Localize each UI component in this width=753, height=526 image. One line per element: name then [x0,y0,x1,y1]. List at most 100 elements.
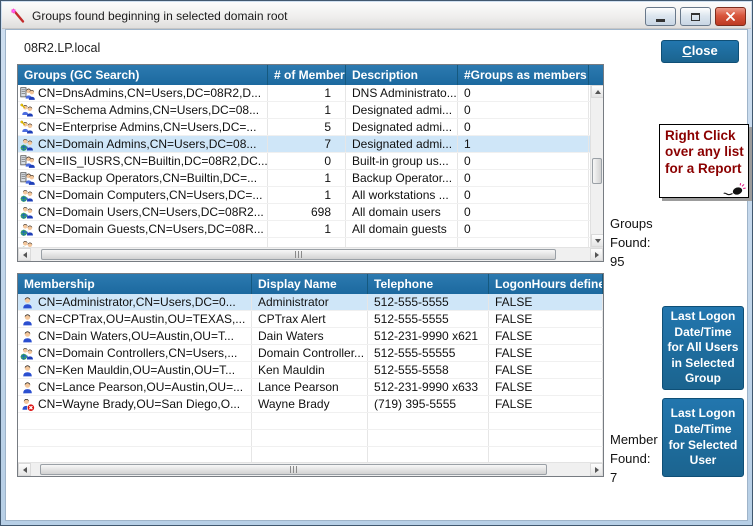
groups-cell-groups_as_members[interactable]: 0 [458,119,589,135]
groups-cell-name[interactable]: CN=Schema Admins,CN=Users,DC=08... [18,102,268,118]
groups-cell-members[interactable]: 1 [268,187,346,203]
groups-row[interactable]: CN=IIS_IUSRS,CN=Builtin,DC=08R2,DC...0Bu… [18,153,590,170]
members-cell-name[interactable]: CN=Ken Mauldin,OU=Austin,OU=T... [18,362,252,378]
members-cell-display_name[interactable]: Wayne Brady [252,396,368,412]
members-cell-telephone[interactable]: 512-555-55555 [368,345,489,361]
scroll-right-button[interactable] [590,248,603,261]
groups-row[interactable]: CN=Enterprise Admins,CN=Users,DC=...5Des… [18,119,590,136]
close-button[interactable]: Close [661,40,739,63]
groups-cell-name[interactable]: CN=Domain Computers,CN=Users,DC=... [18,187,268,203]
groups-cell-name[interactable]: CN=Enterprise Admins,CN=Users,DC=... [18,119,268,135]
members-cell-logon_hours[interactable]: FALSE [489,345,603,361]
groups-cell-members[interactable]: 1 [268,221,346,237]
groups-cell-members[interactable] [268,238,346,247]
groups-cell-members[interactable]: 698 [268,204,346,220]
members-horizontal-scrollbar[interactable] [18,462,603,476]
last-logon-group-button[interactable]: Last Logon Date/Time for All Users in Se… [662,306,744,390]
groups-cell-name[interactable]: CN=DnsAdmins,CN=Users,DC=08R2,D... [18,85,268,101]
last-logon-user-button[interactable]: Last Logon Date/Time for Selected User [662,398,744,477]
horizontal-scroll-thumb[interactable] [40,464,547,475]
groups-cell-groups_as_members[interactable]: 0 [458,187,589,203]
groups-row[interactable]: CN=Schema Admins,CN=Users,DC=08...1Desig… [18,102,590,119]
members-row[interactable]: CN=CPTrax,OU=Austin,OU=TEXAS,...CPTrax A… [18,311,603,328]
members-cell-logon_hours[interactable]: FALSE [489,396,603,412]
scroll-up-button[interactable] [591,85,604,98]
groups-row[interactable]: CN=Domain Computers,CN=Users,DC=...1All … [18,187,590,204]
members-column-header[interactable]: Membership [18,274,252,294]
members-cell-telephone[interactable]: 512-231-9990 x633 [368,379,489,395]
groups-cell-description[interactable] [346,238,458,247]
groups-cell-groups_as_members[interactable]: 0 [458,170,589,186]
vertical-scroll-thumb[interactable] [592,158,602,184]
members-cell-telephone[interactable]: 512-555-5555 [368,294,489,310]
groups-cell-description[interactable]: All domain guests [346,221,458,237]
groups-row[interactable]: CN=Domain Users,CN=Users,DC=08R2...698Al… [18,204,590,221]
members-cell-logon_hours[interactable]: FALSE [489,294,603,310]
groups-cell-description[interactable]: All workstations ... [346,187,458,203]
scroll-right-button[interactable] [590,463,603,476]
members-cell-name[interactable]: CN=Domain Controllers,CN=Users,... [18,345,252,361]
groups-cell-groups_as_members[interactable] [458,238,589,247]
groups-cell-members[interactable]: 7 [268,136,346,152]
members-cell-logon_hours[interactable]: FALSE [489,362,603,378]
title-bar[interactable]: Groups found beginning in selected domai… [2,2,751,29]
groups-cell-name[interactable]: CN=Domain Users,CN=Users,DC=08R2... [18,204,268,220]
groups-column-header[interactable]: # of Members [268,65,346,85]
groups-cell-name[interactable]: CN=IIS_IUSRS,CN=Builtin,DC=08R2,DC... [18,153,268,169]
groups-cell-groups_as_members[interactable]: 0 [458,153,589,169]
scroll-down-button[interactable] [591,234,604,247]
scroll-left-button[interactable] [18,463,31,476]
groups-cell-name[interactable]: CN=Backup Operators,CN=Builtin,DC=... [18,170,268,186]
members-cell-logon_hours[interactable]: FALSE [489,328,603,344]
groups-cell-name[interactable]: CN=Domain Admins,CN=Users,DC=08... [18,136,268,152]
groups-cell-members[interactable]: 0 [268,153,346,169]
groups-cell-description[interactable]: Built-in group us... [346,153,458,169]
groups-cell-members[interactable]: 1 [268,170,346,186]
members-cell-name[interactable]: CN=Dain Waters,OU=Austin,OU=T... [18,328,252,344]
groups-cell-name[interactable]: CN=Domain Guests,CN=Users,DC=08R... [18,221,268,237]
members-cell-telephone[interactable]: (719) 395-5555 [368,396,489,412]
groups-vertical-scrollbar[interactable] [590,85,603,247]
scroll-left-button[interactable] [18,248,31,261]
groups-cell-members[interactable]: 1 [268,85,346,101]
groups-cell-groups_as_members[interactable]: 0 [458,221,589,237]
groups-horizontal-scrollbar[interactable] [18,247,603,261]
groups-cell-name[interactable] [18,238,268,247]
members-cell-display_name[interactable]: Ken Mauldin [252,362,368,378]
members-column-header[interactable]: Display Name [252,274,368,294]
members-row[interactable]: CN=Administrator,CN=Users,DC=0...Adminis… [18,294,603,311]
members-cell-display_name[interactable]: Domain Controller... [252,345,368,361]
members-cell-telephone[interactable]: 512-555-5558 [368,362,489,378]
members-row[interactable]: CN=Lance Pearson,OU=Austin,OU=...Lance P… [18,379,603,396]
groups-cell-description[interactable]: Designated admi... [346,136,458,152]
members-column-header[interactable]: Telephone [368,274,489,294]
groups-cell-groups_as_members[interactable]: 0 [458,85,589,101]
groups-cell-description[interactable]: Backup Operator... [346,170,458,186]
members-cell-name[interactable]: CN=Lance Pearson,OU=Austin,OU=... [18,379,252,395]
members-cell-logon_hours[interactable]: FALSE [489,379,603,395]
groups-column-header[interactable]: Description [346,65,458,85]
members-row[interactable]: CN=Wayne Brady,OU=San Diego,O...Wayne Br… [18,396,603,413]
members-cell-name[interactable]: CN=Administrator,CN=Users,DC=0... [18,294,252,310]
groups-cell-groups_as_members[interactable]: 0 [458,102,589,118]
groups-column-header[interactable]: #Groups as members [458,65,589,85]
groups-cell-members[interactable]: 5 [268,119,346,135]
groups-row[interactable]: CN=Backup Operators,CN=Builtin,DC=...1Ba… [18,170,590,187]
groups-cell-description[interactable]: DNS Administrato... [346,85,458,101]
members-cell-name[interactable]: CN=CPTrax,OU=Austin,OU=TEXAS,... [18,311,252,327]
groups-column-header[interactable]: Groups (GC Search) [18,65,268,85]
groups-cell-description[interactable]: Designated admi... [346,102,458,118]
members-column-header[interactable]: LogonHours defined? [489,274,603,294]
groups-row[interactable]: CN=Domain Guests,CN=Users,DC=08R...1All … [18,221,590,238]
members-row[interactable]: CN=Dain Waters,OU=Austin,OU=T...Dain Wat… [18,328,603,345]
maximize-button[interactable] [680,7,711,26]
members-row[interactable]: CN=Ken Mauldin,OU=Austin,OU=T...Ken Maul… [18,362,603,379]
members-cell-display_name[interactable]: CPTrax Alert [252,311,368,327]
members-cell-telephone[interactable]: 512-555-5555 [368,311,489,327]
members-cell-logon_hours[interactable]: FALSE [489,311,603,327]
members-row[interactable]: CN=Domain Controllers,CN=Users,...Domain… [18,345,603,362]
groups-cell-groups_as_members[interactable]: 0 [458,204,589,220]
groups-row[interactable]: CN=Domain Admins,CN=Users,DC=08...7Desig… [18,136,590,153]
groups-cell-groups_as_members[interactable]: 1 [458,136,589,152]
groups-cell-members[interactable]: 1 [268,102,346,118]
